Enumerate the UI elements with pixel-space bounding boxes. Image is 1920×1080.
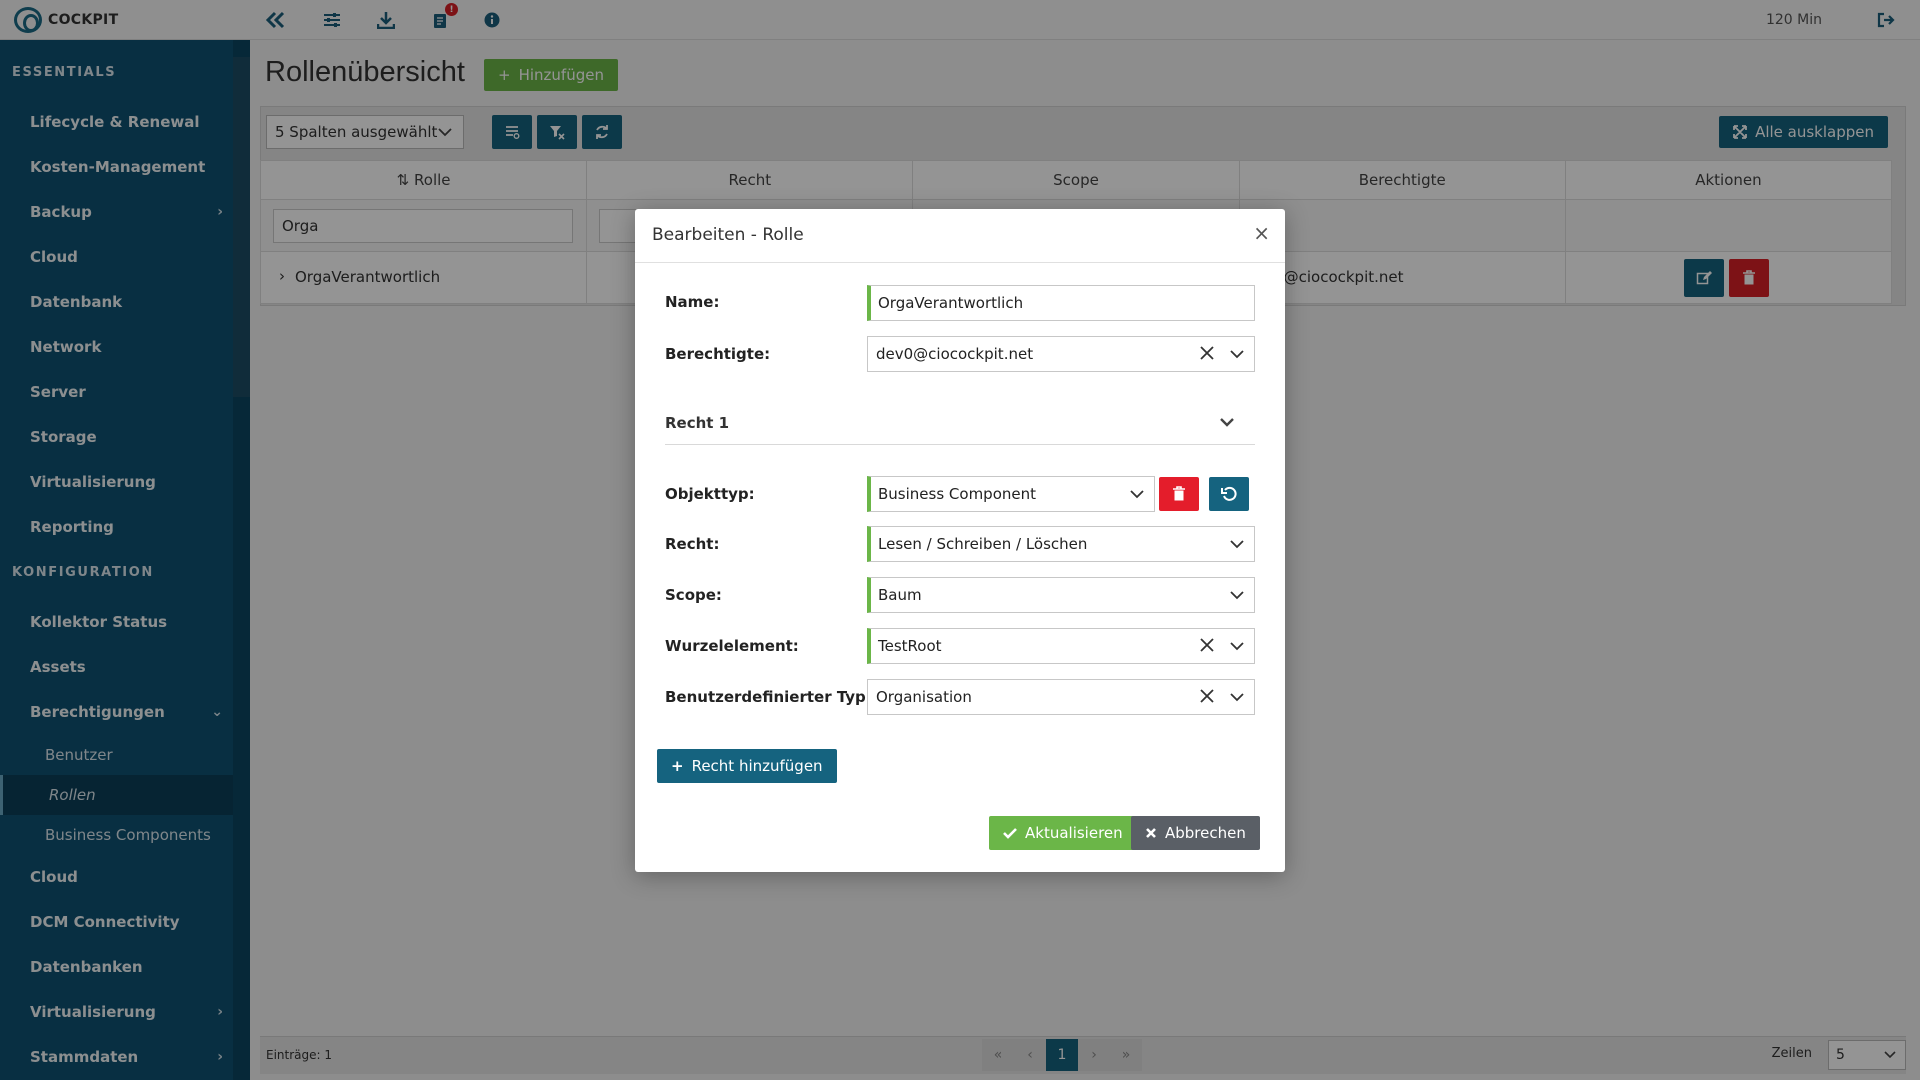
objekttyp-value: Business Component <box>878 485 1036 503</box>
plus-icon: + <box>671 757 684 775</box>
scope-label: Scope: <box>665 586 722 604</box>
berechtigte-value: dev0@ciocockpit.net <box>876 345 1034 363</box>
custom-type-value: Organisation <box>876 688 972 706</box>
recht-select[interactable]: Lesen / Schreiben / Löschen <box>867 526 1255 562</box>
trash-icon <box>1173 486 1185 501</box>
cancel-button[interactable]: Abbrechen <box>1131 816 1260 850</box>
clear-icon[interactable] <box>1198 636 1216 654</box>
close-icon[interactable]: × <box>1253 221 1270 245</box>
chevron-down-icon[interactable] <box>1218 413 1236 431</box>
add-recht-label: Recht hinzufügen <box>691 757 823 775</box>
edit-role-dialog: Bearbeiten - Rolle × Name: OrgaVerantwor… <box>635 209 1285 872</box>
recht-section-title: Recht 1 <box>665 414 730 432</box>
scope-select[interactable]: Baum <box>867 577 1255 613</box>
chevron-down-icon <box>1130 490 1144 499</box>
recht-value: Lesen / Schreiben / Löschen <box>878 535 1088 553</box>
name-label: Name: <box>665 293 720 311</box>
berechtigte-select[interactable]: dev0@ciocockpit.net <box>867 336 1255 372</box>
delete-recht-button[interactable] <box>1159 477 1199 511</box>
update-button[interactable]: Aktualisieren <box>989 816 1137 850</box>
reset-recht-button[interactable] <box>1209 477 1249 511</box>
scope-value: Baum <box>878 586 922 604</box>
name-input[interactable]: OrgaVerantwortlich <box>867 285 1255 321</box>
chevron-down-icon[interactable] <box>1228 345 1246 363</box>
chevron-down-icon[interactable] <box>1228 637 1246 655</box>
dialog-header: Bearbeiten - Rolle × <box>635 209 1285 263</box>
berechtigte-label: Berechtigte: <box>665 345 771 363</box>
custom-type-label: Benutzerdefinierter Typ: <box>665 688 872 706</box>
clear-icon[interactable] <box>1198 687 1216 705</box>
chevron-down-icon <box>1230 591 1244 600</box>
chevron-down-icon <box>1230 540 1244 549</box>
chevron-down-icon[interactable] <box>1228 688 1246 706</box>
section-divider <box>665 444 1255 445</box>
objekttyp-label: Objekttyp: <box>665 485 755 503</box>
wurzelelement-select[interactable]: TestRoot <box>867 628 1255 664</box>
dialog-title: Bearbeiten - Rolle <box>652 225 804 245</box>
wurzelelement-value: TestRoot <box>878 637 942 655</box>
recht-label: Recht: <box>665 535 720 553</box>
add-recht-button[interactable]: + Recht hinzufügen <box>657 749 837 783</box>
clear-icon[interactable] <box>1198 344 1216 362</box>
wurzelelement-label: Wurzelelement: <box>665 637 799 655</box>
check-icon <box>1003 828 1017 839</box>
update-label: Aktualisieren <box>1025 824 1123 842</box>
cancel-label: Abbrechen <box>1165 824 1246 842</box>
objekttyp-select[interactable]: Business Component <box>867 476 1155 512</box>
name-value: OrgaVerantwortlich <box>878 294 1024 312</box>
undo-icon <box>1221 486 1237 501</box>
close-icon <box>1146 828 1156 838</box>
custom-type-select[interactable]: Organisation <box>867 679 1255 715</box>
